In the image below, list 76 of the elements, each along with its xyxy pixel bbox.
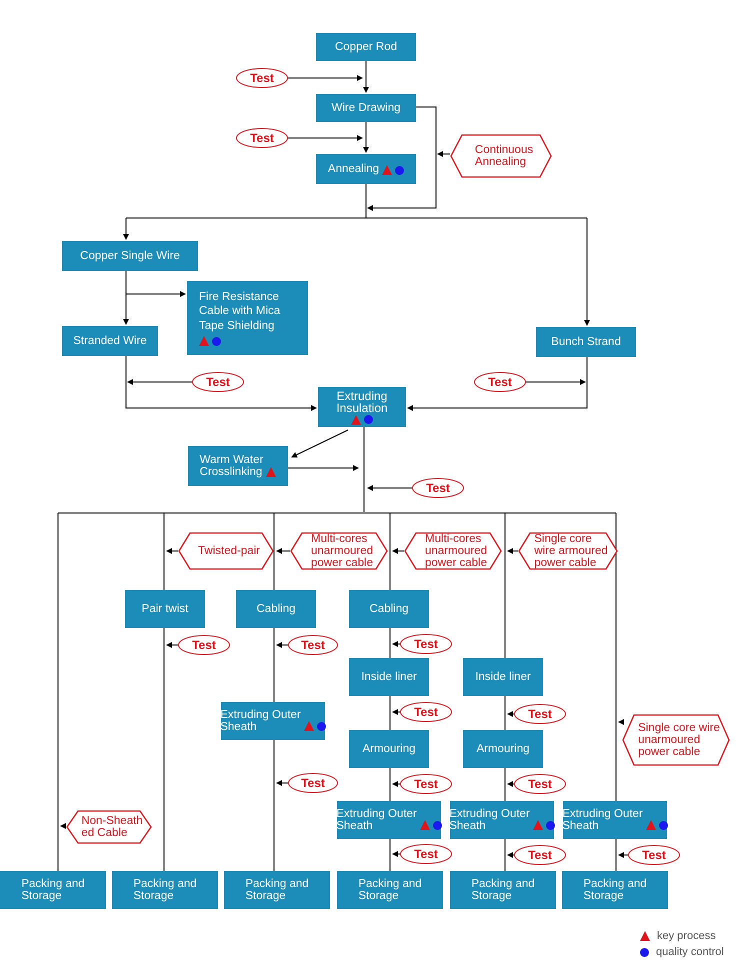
process-label: Armouring	[476, 743, 530, 755]
process-label: Bunch Strand	[551, 336, 621, 348]
process-label: Stranded Wire	[73, 335, 147, 347]
condition-label: Multi-cores unarmoured power cable	[290, 532, 388, 570]
connector-line	[504, 696, 506, 730]
arrow	[392, 641, 400, 647]
process-label: Packing and Storage	[358, 878, 422, 902]
test-label: Test	[400, 774, 452, 794]
process-label: Extruding Outer Sheath	[336, 808, 417, 832]
process-label: Packing and Storage	[245, 878, 309, 902]
condition-label: Non-Sheath ed Cable	[66, 810, 152, 844]
process-label: Pair twist	[142, 603, 188, 615]
test-label: Test	[514, 845, 566, 865]
legend-label: quality control	[656, 946, 724, 958]
process-label: Cabling	[256, 603, 296, 615]
condition-label: Multi-cores unarmoured power cable	[404, 532, 502, 570]
arrow	[507, 548, 518, 554]
process-label: Extruding Outer Sheath	[220, 709, 301, 733]
arrow	[392, 709, 400, 715]
process-label: Warm Water Crosslinking	[200, 454, 264, 478]
process-label: Inside liner	[361, 671, 417, 683]
condition-label: Single core wire armoured power cable	[518, 532, 618, 570]
process-label: Inside liner	[475, 671, 531, 683]
arrow	[392, 548, 404, 554]
arrow	[392, 851, 400, 857]
test-label: Test	[474, 372, 526, 392]
arrow	[291, 430, 348, 458]
condition-label: Continuous Annealing	[450, 134, 552, 178]
arrow	[507, 711, 514, 717]
process-label: Extruding Insulation	[336, 390, 388, 414]
process-label: Annealing	[328, 163, 380, 175]
process-label: Packing and Storage	[583, 878, 647, 902]
arrow	[392, 781, 400, 787]
arrow	[166, 548, 178, 554]
test-label: Test	[400, 634, 452, 654]
process-label: Packing and Storage	[471, 878, 535, 902]
arrow	[618, 719, 624, 725]
arrow	[288, 465, 359, 471]
arrow	[618, 852, 628, 858]
test-label: Test	[400, 702, 452, 722]
arrow	[276, 642, 288, 648]
process-label: Armouring	[362, 743, 416, 755]
arrow	[60, 823, 66, 829]
test-label: Test	[514, 774, 566, 794]
test-label: Test	[288, 635, 338, 655]
condition-label: Twisted-pair	[178, 532, 274, 570]
process-label: Wire Drawing	[331, 102, 400, 114]
process-label: Cabling	[370, 603, 408, 615]
test-label: Test	[400, 844, 452, 864]
arrow	[276, 548, 290, 554]
arrow	[123, 218, 129, 240]
test-label: Test	[412, 478, 464, 498]
process-label: Extruding Outer Sheath	[562, 808, 643, 832]
test-label: Test	[628, 845, 680, 865]
condition-label: Single core wire unarmoured power cable	[622, 714, 730, 766]
process-label: Copper Rod	[334, 41, 397, 53]
connector-line	[504, 768, 506, 802]
legend-label: key process	[657, 930, 716, 942]
test-label: Test	[236, 128, 288, 148]
arrow	[507, 852, 514, 858]
arrow	[276, 780, 288, 786]
process-label: Extruding Outer Sheath	[449, 808, 530, 832]
test-label: Test	[514, 704, 566, 724]
process-label: Copper Single Wire	[80, 250, 180, 262]
test-label: Test	[288, 773, 338, 793]
arrow	[166, 642, 178, 648]
test-label: Test	[192, 372, 244, 392]
arrow	[507, 781, 514, 787]
test-label: Test	[236, 68, 288, 88]
process-label: Packing and Storage	[133, 878, 197, 902]
process-label: Packing and Storage	[21, 878, 85, 902]
arrow	[367, 485, 412, 491]
dot-icon	[640, 948, 649, 956]
connector-line	[504, 838, 506, 872]
process-label: Fire Resistance Cable with Mica Tape Shielding	[199, 290, 280, 334]
test-label: Test	[178, 635, 230, 655]
